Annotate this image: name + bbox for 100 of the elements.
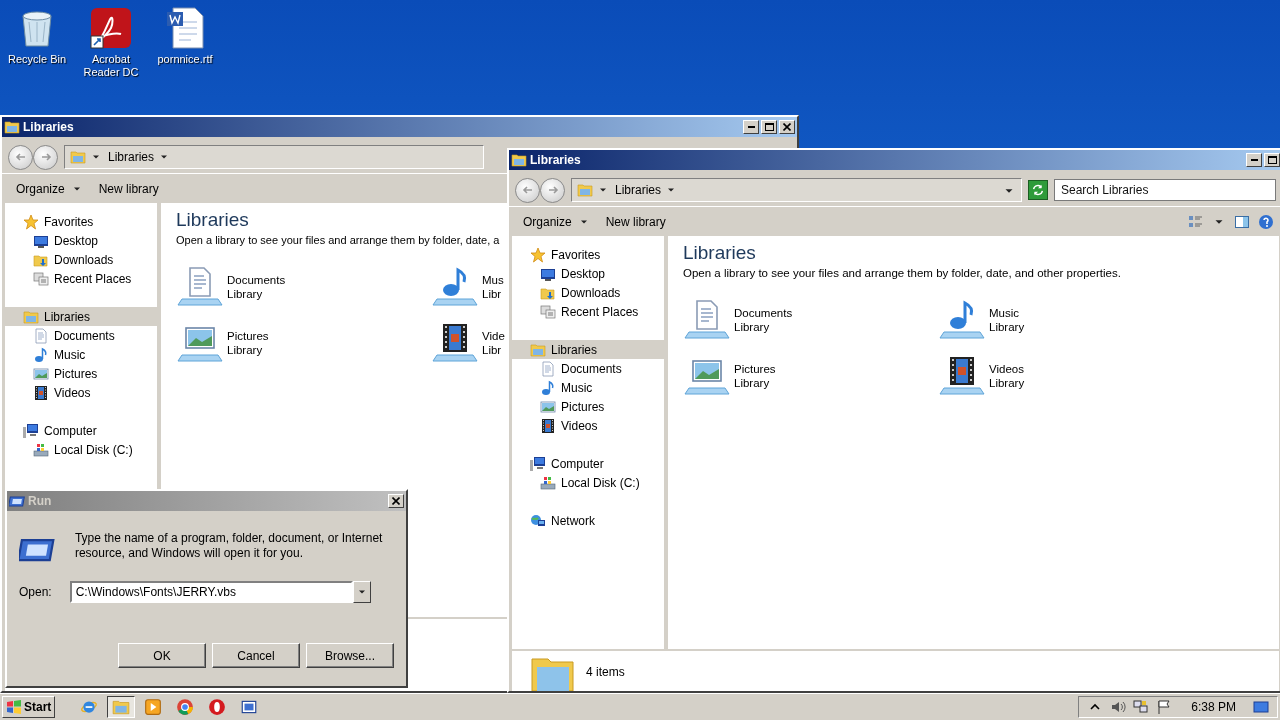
toolbar-button[interactable]: New library bbox=[599, 210, 672, 233]
address-bar[interactable]: Libraries bbox=[571, 178, 1022, 202]
maximize-button[interactable] bbox=[1264, 153, 1280, 167]
maximize-button[interactable] bbox=[761, 120, 777, 134]
library-item[interactable]: Vide Libr bbox=[431, 318, 505, 367]
clock[interactable]: 6:38 PM bbox=[1191, 698, 1236, 716]
nav-item[interactable]: Libraries bbox=[512, 340, 664, 359]
computer-icon bbox=[23, 422, 39, 439]
folder-icon bbox=[530, 655, 576, 691]
forward-button[interactable] bbox=[33, 144, 58, 170]
folder-icon bbox=[70, 149, 86, 165]
nav-item[interactable]: Music bbox=[512, 378, 664, 397]
nav-item[interactable]: Desktop bbox=[5, 231, 157, 250]
pdf-icon bbox=[89, 6, 133, 50]
breadcrumb-button[interactable]: Libraries bbox=[106, 148, 173, 166]
start-button[interactable]: Start bbox=[2, 696, 56, 718]
library-item[interactable]: Documents Library bbox=[176, 262, 286, 311]
minimize-icon bbox=[747, 126, 755, 128]
desktop-shortcut[interactable]: pornnice.rtf bbox=[148, 6, 222, 79]
folder-icon bbox=[112, 698, 131, 716]
nav-item[interactable]: Videos bbox=[512, 416, 664, 435]
nav-item[interactable]: Local Disk (C:) bbox=[5, 440, 157, 459]
nav-item[interactable]: Documents bbox=[5, 326, 157, 345]
computer-icon bbox=[530, 455, 546, 472]
folder-icon bbox=[577, 182, 593, 198]
library-item[interactable]: Pictures Library bbox=[683, 352, 776, 401]
nav-item[interactable]: Documents bbox=[512, 359, 664, 378]
show-desktop-icon[interactable] bbox=[1253, 699, 1269, 715]
library-item[interactable]: Pictures Library bbox=[176, 318, 269, 367]
desktop-shortcut[interactable]: Recycle Bin bbox=[0, 6, 74, 79]
instruction-text: Type the name of a program, folder, document, or Internet resource, and Windows will open it for you. bbox=[74, 531, 384, 562]
media-player-icon bbox=[144, 698, 163, 716]
nav-item[interactable]: Videos bbox=[5, 383, 157, 402]
nav-item[interactable]: Music bbox=[5, 345, 157, 364]
help-icon[interactable] bbox=[1258, 213, 1274, 230]
nav-item[interactable]: Pictures bbox=[5, 364, 157, 383]
minimize-button[interactable] bbox=[1246, 153, 1262, 167]
dialog-button[interactable]: Browse... bbox=[306, 643, 394, 668]
network-status-icon[interactable] bbox=[1133, 699, 1150, 715]
back-button[interactable] bbox=[8, 144, 33, 170]
run-dialog-icon bbox=[9, 493, 25, 509]
recent-places-icon bbox=[33, 270, 49, 287]
toolbar-button[interactable]: New library bbox=[92, 177, 165, 200]
dialog-button[interactable]: Cancel bbox=[212, 643, 300, 668]
breadcrumb-button[interactable]: Libraries bbox=[613, 181, 680, 199]
folder-icon bbox=[511, 152, 527, 168]
close-button[interactable] bbox=[779, 120, 795, 134]
library-item[interactable]: Documents Library bbox=[683, 296, 793, 345]
chrome-icon bbox=[176, 698, 195, 716]
taskbar-button[interactable] bbox=[107, 696, 136, 718]
open-field[interactable]: C:\Windows\Fonts\JERRY.vbs bbox=[69, 581, 353, 603]
star-icon bbox=[530, 246, 546, 263]
nav-item[interactable]: Favorites bbox=[512, 245, 664, 264]
nav-item[interactable]: Pictures bbox=[512, 397, 664, 416]
refresh-button[interactable] bbox=[1028, 180, 1048, 200]
maximize-icon bbox=[1267, 156, 1277, 164]
folder-icon bbox=[530, 341, 546, 358]
folder-icon bbox=[4, 119, 20, 135]
close-button[interactable] bbox=[388, 494, 404, 508]
forward-button[interactable] bbox=[540, 177, 565, 203]
library-item[interactable]: Music Library bbox=[938, 296, 1025, 345]
star-icon bbox=[23, 213, 39, 230]
nav-item[interactable]: Libraries bbox=[5, 307, 157, 326]
network-icon bbox=[530, 512, 546, 529]
window-title: Libraries bbox=[530, 152, 581, 169]
disk-icon bbox=[540, 474, 556, 491]
nav-item[interactable]: Favorites bbox=[5, 212, 157, 231]
nav-item[interactable]: Computer bbox=[512, 454, 664, 473]
nav-item[interactable]: Computer bbox=[5, 421, 157, 440]
toolbar-button[interactable]: Organize bbox=[517, 210, 596, 233]
nav-item[interactable]: Recent Places bbox=[5, 269, 157, 288]
document-icon bbox=[33, 327, 49, 344]
nav-item[interactable]: Local Disk (C:) bbox=[512, 473, 664, 492]
speaker-icon[interactable] bbox=[1110, 699, 1127, 715]
library-item[interactable]: Mus Libr bbox=[431, 262, 504, 311]
desktop-shortcut[interactable]: Acrobat Reader DC bbox=[74, 6, 148, 79]
description-text: Open a library to see your files and arrange them by folder, date, and other properties. bbox=[683, 266, 1121, 281]
nav-item[interactable]: Downloads bbox=[512, 283, 664, 302]
address-bar[interactable]: Libraries bbox=[64, 145, 484, 169]
toolbar-button[interactable]: Organize bbox=[10, 177, 89, 200]
close-icon bbox=[783, 123, 791, 131]
field-label: Open: bbox=[19, 584, 52, 601]
refresh-icon bbox=[1031, 183, 1045, 197]
nav-item[interactable]: Network bbox=[512, 511, 664, 530]
minimize-button[interactable] bbox=[743, 120, 759, 134]
back-button[interactable] bbox=[515, 177, 540, 203]
run-dialog-icon bbox=[240, 698, 259, 716]
nav-item[interactable]: Recent Places bbox=[512, 302, 664, 321]
search-field[interactable]: Search Libraries bbox=[1054, 179, 1276, 201]
preview-pane-icon[interactable] bbox=[1234, 213, 1250, 230]
dialog-title: Run bbox=[28, 493, 52, 510]
music-note-icon bbox=[540, 379, 556, 396]
picture-icon bbox=[33, 365, 49, 382]
picture-icon bbox=[540, 398, 556, 415]
library-item[interactable]: Videos Library bbox=[938, 352, 1025, 401]
music-note-icon bbox=[33, 346, 49, 363]
dialog-button[interactable]: OK bbox=[118, 643, 206, 668]
flag-icon[interactable] bbox=[1156, 699, 1173, 715]
nav-item[interactable]: Downloads bbox=[5, 250, 157, 269]
nav-item[interactable]: Desktop bbox=[512, 264, 664, 283]
